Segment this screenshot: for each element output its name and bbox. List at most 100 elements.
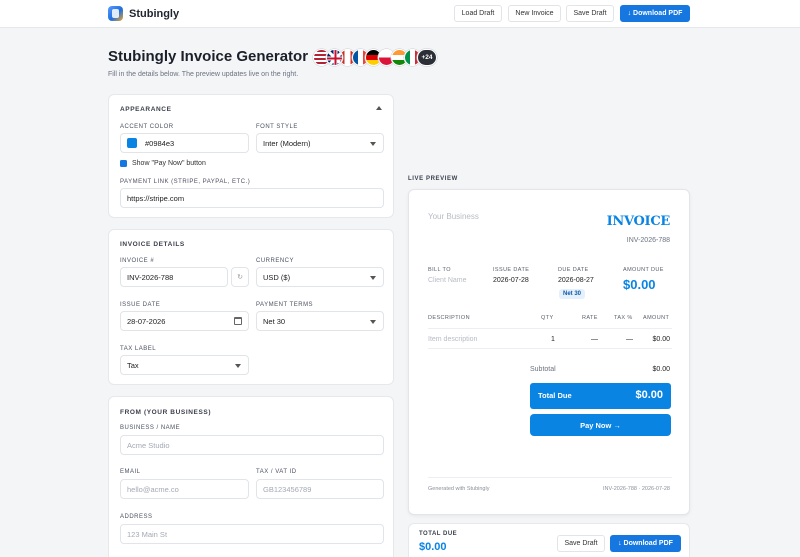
payment-link-input[interactable]: https://stripe.com (120, 188, 384, 208)
page-title: Stubingly Invoice Generator (108, 48, 309, 65)
calendar-icon[interactable] (234, 317, 242, 325)
vat-id-input[interactable]: GB123456789 (256, 479, 384, 499)
pay-now-button[interactable]: Pay Now → (530, 414, 671, 436)
chevron-down-icon (370, 142, 376, 146)
subtotal-value: $0.00 (652, 366, 670, 373)
bottom-download-pdf-button[interactable]: ↓ Download PDF (610, 535, 681, 552)
bottom-total-value: $0.00 (419, 541, 447, 553)
due-date-heading: DUE DATE (558, 267, 589, 273)
issue-date-label: ISSUE DATE (120, 302, 161, 308)
footer-rule (428, 477, 672, 478)
brand[interactable]: Stubingly (108, 6, 179, 21)
tax-label-label: TAX LABEL (120, 346, 157, 352)
subtotal-label: Subtotal (530, 366, 556, 373)
business-name-input[interactable]: Acme Studio (120, 435, 384, 455)
preview-due-date: 2026-08-27 (558, 277, 594, 284)
item-description: Item description (428, 336, 478, 343)
chevron-down-icon (370, 320, 376, 324)
more-languages-badge[interactable]: +24 (417, 49, 437, 66)
regenerate-number-button[interactable]: ↻ (231, 267, 249, 287)
email-input[interactable]: hello@acme.co (120, 479, 249, 499)
pay-now-checkbox[interactable]: Show "Pay Now" button (120, 160, 206, 167)
address-label: ADDRESS (120, 514, 153, 520)
col-amount: AMOUNT (643, 315, 670, 321)
invoice-details-card: INVOICE DETAILS INVOICE # INV-2026-788 ↻… (108, 229, 394, 385)
item-rate: — (591, 336, 598, 343)
address-input[interactable]: 123 Main St (120, 524, 384, 544)
currency-value: USD ($) (263, 272, 291, 282)
issue-date-input[interactable]: 28-07-2026 (120, 311, 249, 331)
accent-color-field[interactable]: #0984e3 (120, 133, 249, 153)
appearance-card: APPEARANCE ACCENT COLOR #0984e3 FONT STY… (108, 94, 394, 218)
load-draft-button[interactable]: Load Draft (454, 5, 502, 22)
item-tax: — (626, 336, 633, 343)
chevron-down-icon (235, 364, 241, 368)
preview-amount-due: $0.00 (623, 277, 656, 292)
amount-due-heading: AMOUNT DUE (623, 267, 664, 273)
refresh-icon: ↻ (237, 274, 243, 281)
preview-invoice-number: INV-2026-788 (626, 237, 670, 244)
generated-with: Generated with Stubingly (428, 486, 490, 492)
preview-business-name: Your Business (428, 212, 479, 221)
new-invoice-button[interactable]: New Invoice (508, 5, 561, 22)
chevron-down-icon (370, 276, 376, 280)
page-subtitle: Fill in the details below. The preview u… (108, 71, 299, 78)
footer-reference: INV-2026-788 · 2026-07-28 (603, 486, 670, 492)
terms-badge: Net 30 (559, 289, 586, 299)
invoice-number-label: INVOICE # (120, 258, 155, 264)
font-style-label: FONT STYLE (256, 124, 298, 130)
table-header-rule (428, 328, 672, 329)
payment-link-label: PAYMENT LINK (STRIPE, PAYPAL, ETC.) (120, 179, 251, 185)
accent-color-value: #0984e3 (145, 138, 175, 148)
item-qty: 1 (551, 336, 555, 343)
bottom-save-draft-button[interactable]: Save Draft (557, 535, 605, 552)
preview-issue-date: 2026-07-28 (493, 277, 529, 284)
invoice-number-input[interactable]: INV-2026-788 (120, 267, 228, 287)
col-description: DESCRIPTION (428, 315, 470, 321)
accent-swatch[interactable] (127, 138, 137, 148)
accent-color-label: ACCENT COLOR (120, 124, 174, 130)
from-section-title: FROM (YOUR BUSINESS) (120, 409, 212, 416)
from-business-card: FROM (YOUR BUSINESS) BUSINESS / NAME Acm… (108, 396, 394, 557)
font-style-value: Inter (Modern) (263, 138, 311, 148)
font-style-select[interactable]: Inter (Modern) (256, 133, 384, 153)
invoice-preview: Your Business INVOICE INV-2026-788 BILL … (408, 189, 690, 515)
appearance-section-title: APPEARANCE (120, 106, 172, 113)
client-name: Client Name (428, 277, 467, 284)
tax-label-select[interactable]: Tax (120, 355, 249, 375)
collapse-caret-icon[interactable] (376, 106, 382, 110)
issue-date-value: 28-07-2026 (127, 316, 166, 326)
bottom-summary-bar: TOTAL DUE $0.00 Save Draft ↓ Download PD… (408, 523, 690, 557)
item-amount: $0.00 (652, 336, 670, 343)
payment-terms-label: PAYMENT TERMS (256, 302, 314, 308)
business-name-label: BUSINESS / NAME (120, 425, 181, 431)
tax-label-value: Tax (127, 360, 139, 370)
brand-name: Stubingly (129, 7, 180, 20)
col-tax: TAX % (614, 315, 633, 321)
payment-terms-select[interactable]: Net 30 (256, 311, 384, 331)
bottom-total-label: TOTAL DUE (419, 531, 458, 537)
pay-now-checkbox-label: Show "Pay Now" button (132, 160, 206, 167)
vat-id-label: TAX / VAT ID (256, 469, 297, 475)
bill-to-heading: BILL TO (428, 267, 451, 273)
download-pdf-button[interactable]: ↓ Download PDF (620, 5, 690, 22)
currency-select[interactable]: USD ($) (256, 267, 384, 287)
payment-terms-value: Net 30 (263, 316, 286, 326)
flag-uk-icon[interactable] (326, 49, 343, 66)
language-flags[interactable]: +24 (313, 49, 437, 66)
save-draft-button[interactable]: Save Draft (566, 5, 614, 22)
checkbox-checked-icon[interactable] (120, 160, 127, 167)
email-label: EMAIL (120, 469, 141, 475)
col-qty: QTY (541, 315, 554, 321)
logo-icon (108, 6, 123, 21)
live-preview-label: LIVE PREVIEW (408, 176, 458, 182)
total-due-label: Total Due (538, 391, 572, 400)
total-due-box: Total Due $0.00 (530, 383, 671, 409)
total-due-value: $0.00 (635, 389, 663, 401)
currency-label: CURRENCY (256, 258, 295, 264)
preview-invoice-word: INVOICE (606, 214, 671, 229)
col-rate: RATE (582, 315, 598, 321)
item-row-rule (428, 348, 672, 349)
invoice-details-section-title: INVOICE DETAILS (120, 241, 185, 248)
issue-date-heading: ISSUE DATE (493, 267, 530, 273)
